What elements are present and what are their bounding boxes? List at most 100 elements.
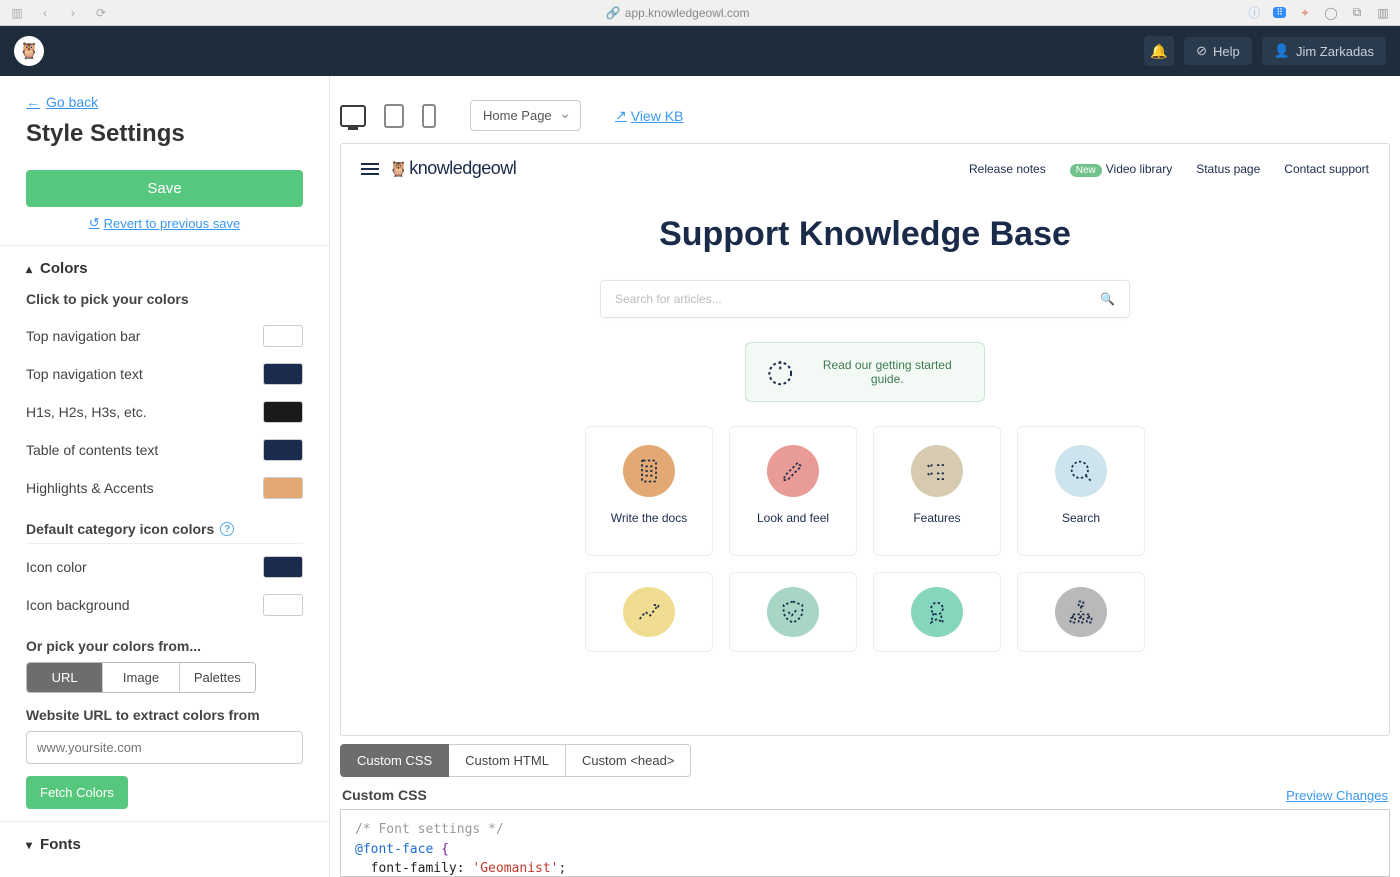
category-label: Search (1062, 511, 1100, 525)
pencil-icon (779, 457, 807, 485)
brand-logo[interactable]: 🦉 knowledgeowl (389, 158, 516, 179)
category-card[interactable] (585, 572, 713, 652)
browser-chrome: ▥ ‹ › ⟳ 🔗 app.knowledgeowl.com ⓘ ⠿ ✦ ◯ ⧉… (0, 0, 1400, 26)
category-card[interactable] (873, 572, 1001, 652)
external-link-icon: ↗ (615, 107, 627, 124)
category-card-search[interactable]: Search (1017, 426, 1145, 556)
sidebar: ← Go back Style Settings Save ↺ Revert t… (0, 76, 330, 877)
go-back-label: Go back (46, 94, 98, 110)
category-card[interactable] (1017, 572, 1145, 652)
nav-status-page[interactable]: Status page (1196, 162, 1260, 176)
fonts-section-toggle[interactable]: Fonts (0, 822, 329, 867)
preview-frame: 🦉 knowledgeowl Release notes NewVideo li… (340, 143, 1390, 736)
tab-custom-head[interactable]: Custom <head> (566, 744, 692, 777)
chrome-right-buttons: ⓘ ⠿ ✦ ◯ ⧉ ▥ (1247, 6, 1390, 20)
chevron-up-icon (26, 260, 32, 277)
category-card-docs[interactable]: Write the docs (585, 426, 713, 556)
search-icon: 🔍 (1100, 292, 1115, 306)
view-kb-link[interactable]: ↗ View KB (615, 107, 683, 124)
device-phone-icon[interactable] (422, 104, 436, 128)
website-url-input[interactable] (26, 731, 303, 764)
category-card-features[interactable]: Features (873, 426, 1001, 556)
help-icon: ⊘ (1196, 43, 1207, 59)
help-tooltip-icon[interactable]: ? (220, 522, 234, 536)
search-placeholder: Search for articles... (615, 292, 722, 306)
category-card-look[interactable]: Look and feel (729, 426, 857, 556)
color-row: Top navigation bar (0, 317, 329, 355)
seg-url[interactable]: URL (27, 663, 103, 692)
color-row: Highlights & Accents (0, 469, 329, 507)
color-swatch-headings[interactable] (263, 401, 303, 423)
ext2-icon[interactable]: ◯ (1324, 6, 1338, 20)
code-tabs: Custom CSS Custom HTML Custom <head> (340, 744, 1390, 777)
url-extract-label: Website URL to extract colors from (0, 707, 329, 731)
preview-navbar: 🦉 knowledgeowl Release notes NewVideo li… (341, 144, 1389, 189)
color-row: Top navigation text (0, 355, 329, 393)
category-card[interactable] (729, 572, 857, 652)
chrome-left-buttons: ▥ ‹ › ⟳ (10, 6, 108, 20)
kb-title: Support Knowledge Base (341, 215, 1389, 254)
url-bar[interactable]: 🔗 app.knowledgeowl.com (120, 6, 1235, 20)
seg-image[interactable]: Image (103, 663, 179, 692)
seg-palettes[interactable]: Palettes (180, 663, 255, 692)
or-pick-heading: Or pick your colors from... (0, 624, 329, 662)
color-source-segment: URL Image Palettes (26, 662, 256, 693)
forward-arrow-icon[interactable]: › (66, 6, 80, 20)
magnifier-icon (1067, 457, 1095, 485)
code-section-heading: Custom CSS (342, 787, 427, 803)
view-kb-label: View KB (631, 108, 684, 124)
revert-link[interactable]: ↺ Revert to previous save (0, 215, 329, 231)
tab-custom-html[interactable]: Custom HTML (449, 744, 566, 777)
hamburger-icon[interactable] (361, 163, 379, 175)
user-menu-button[interactable]: 👤 Jim Zarkadas (1262, 37, 1386, 65)
color-swatch-accents[interactable] (263, 477, 303, 499)
help-button[interactable]: ⊘ Help (1184, 37, 1252, 65)
tabs-icon[interactable]: ▥ (1376, 6, 1390, 20)
color-swatch-topnavtext[interactable] (263, 363, 303, 385)
app-logo-icon[interactable]: 🦉 (14, 36, 44, 66)
fetch-colors-button[interactable]: Fetch Colors (26, 776, 128, 809)
colors-section-toggle[interactable]: Colors (0, 246, 329, 291)
save-button[interactable]: Save (26, 170, 303, 207)
extension-badge[interactable]: ⠿ (1273, 7, 1286, 18)
notifications-button[interactable]: 🔔 (1144, 36, 1174, 66)
color-swatch-iconcolor[interactable] (263, 556, 303, 578)
nav-release-notes[interactable]: Release notes (969, 162, 1046, 176)
content-area: Home Page ↗ View KB 🦉 knowledgeowl Relea… (330, 76, 1400, 877)
device-desktop-icon[interactable] (340, 105, 366, 127)
help-label: Help (1213, 44, 1240, 59)
code-editor[interactable]: /* Font settings */ @font-face { font-fa… (340, 809, 1390, 877)
back-arrow-icon[interactable]: ‹ (38, 6, 52, 20)
go-back-link[interactable]: ← Go back (26, 94, 98, 110)
ext3-icon[interactable]: ⧉ (1350, 6, 1364, 20)
nav-contact-support[interactable]: Contact support (1284, 162, 1369, 176)
tab-custom-css[interactable]: Custom CSS (340, 744, 449, 777)
search-input[interactable]: Search for articles... 🔍 (600, 280, 1130, 318)
page-select[interactable]: Home Page (470, 100, 581, 131)
new-badge: New (1070, 164, 1102, 177)
arrow-left-icon: ← (26, 94, 40, 110)
lock-icon: 🔗 (606, 6, 621, 20)
device-tablet-icon[interactable] (384, 104, 404, 128)
refresh-icon[interactable]: ⟳ (94, 6, 108, 20)
revert-label: Revert to previous save (104, 216, 241, 231)
color-row: H1s, H2s, H3s, etc. (0, 393, 329, 431)
nav-video-library[interactable]: NewVideo library (1070, 162, 1173, 176)
chart-icon (635, 598, 663, 626)
fonts-section-label: Fonts (40, 836, 81, 853)
color-label: Highlights & Accents (26, 480, 154, 496)
ext1-icon[interactable]: ✦ (1298, 6, 1312, 20)
getting-started-callout[interactable]: Read our getting started guide. (745, 342, 985, 402)
category-label: Features (913, 511, 960, 525)
color-swatch-toc[interactable] (263, 439, 303, 461)
color-swatch-topnavbar[interactable] (263, 325, 303, 347)
preview-changes-link[interactable]: Preview Changes (1286, 788, 1388, 803)
color-swatch-iconbg[interactable] (263, 594, 303, 616)
pick-colors-heading: Click to pick your colors (0, 291, 329, 317)
info-icon[interactable]: ⓘ (1247, 6, 1261, 20)
getting-started-text: Read our getting started guide. (809, 358, 967, 386)
chevron-down-icon (26, 836, 32, 853)
sidebar-toggle-icon[interactable]: ▥ (10, 6, 24, 20)
color-row: Table of contents text (0, 431, 329, 469)
color-label: Top navigation bar (26, 328, 140, 344)
